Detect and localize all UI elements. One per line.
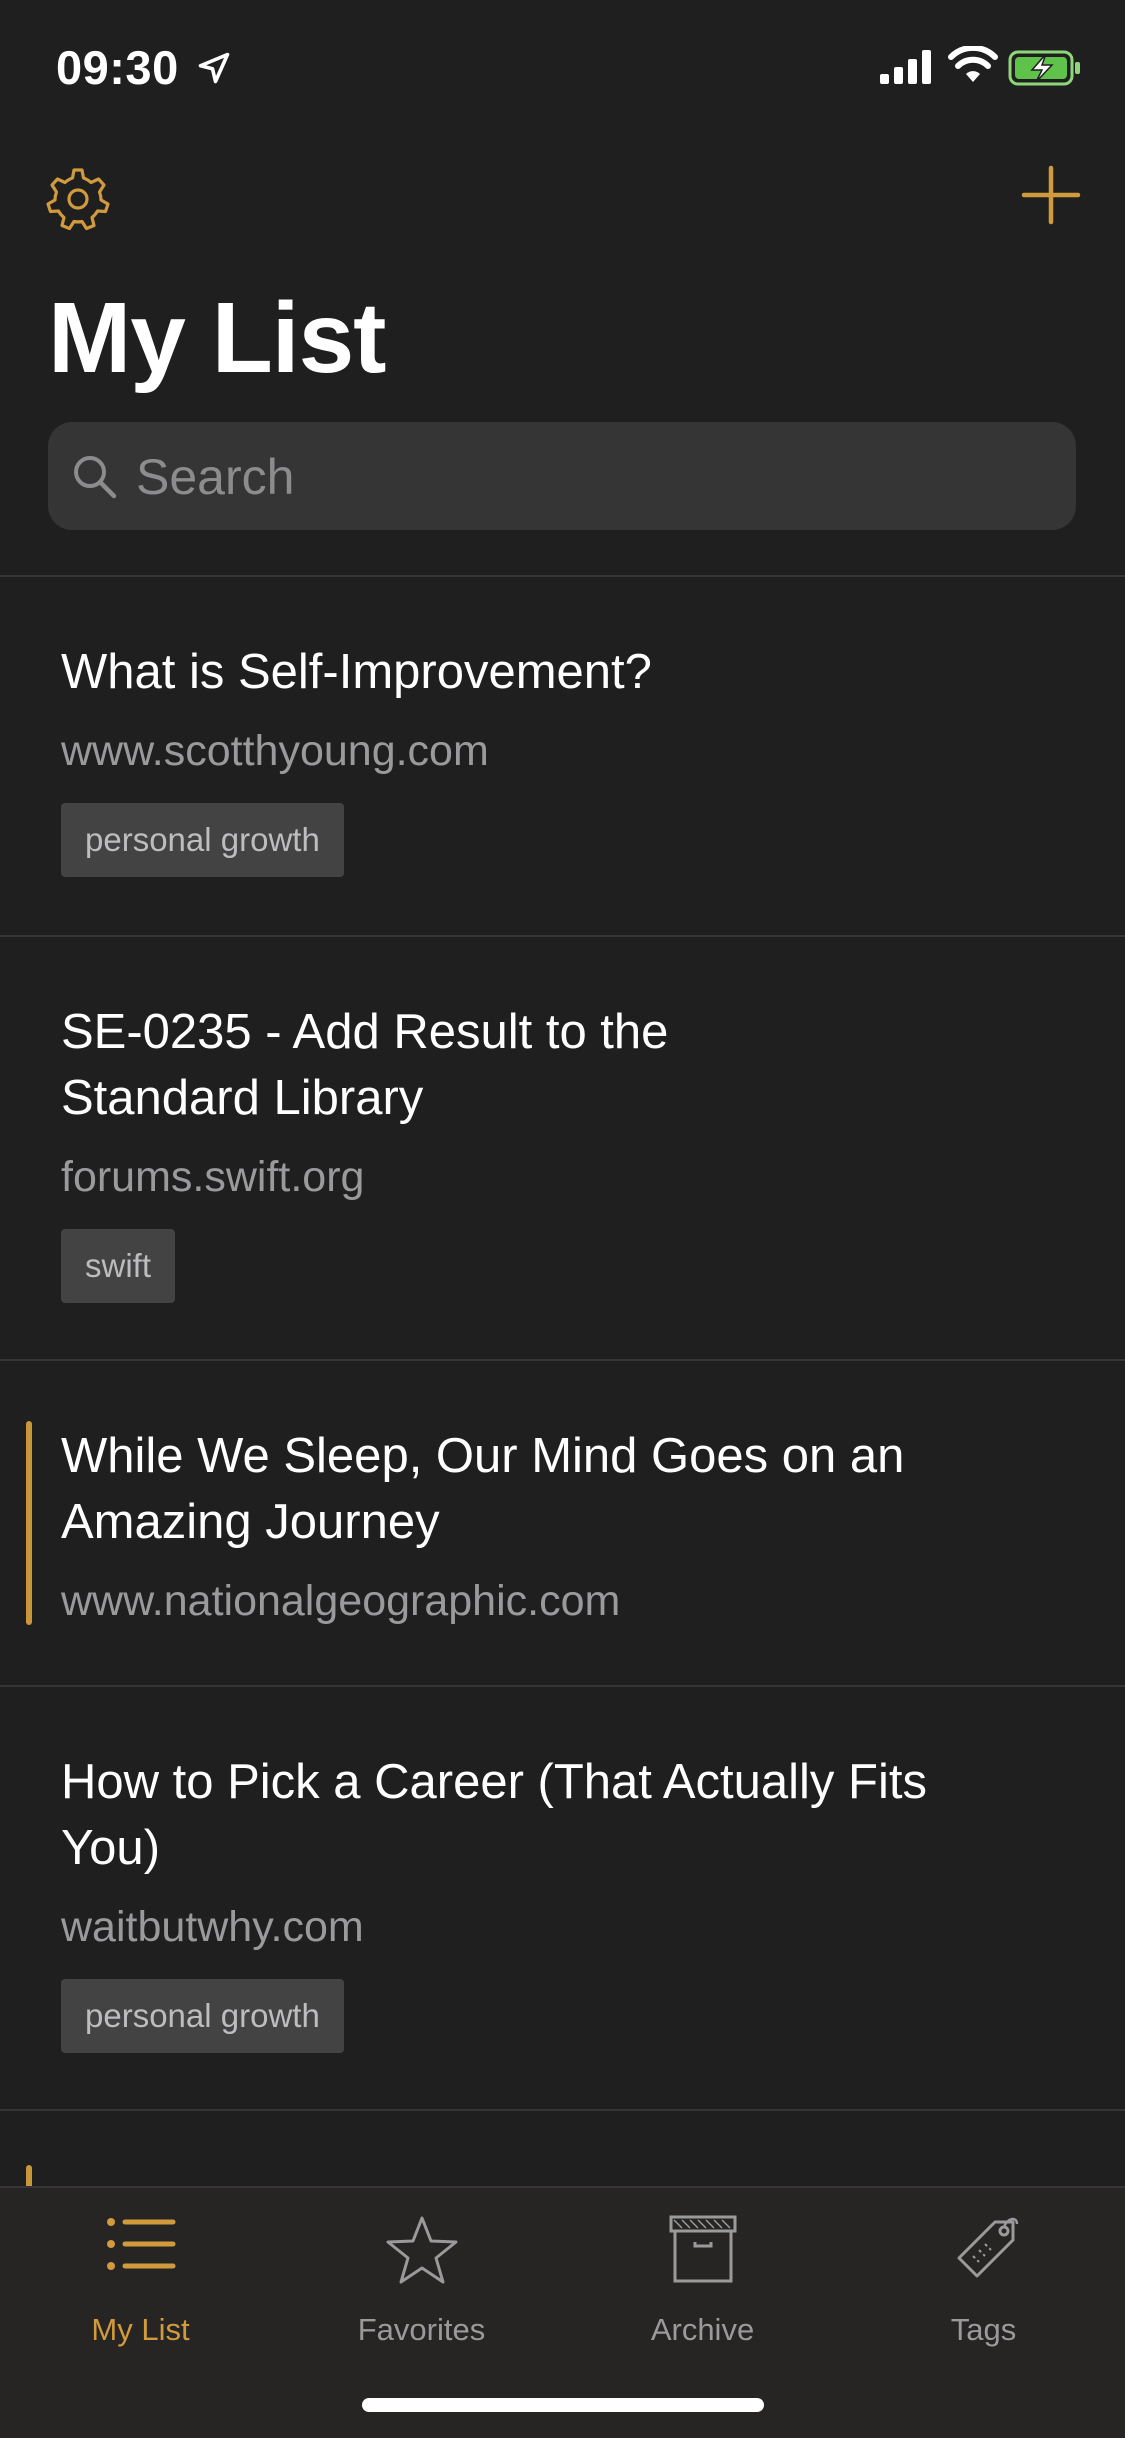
settings-gear-icon[interactable] [44,165,112,233]
archive-box-icon [669,2215,736,2283]
home-indicator [362,2398,764,2412]
tab-favorites[interactable]: Favorites [281,2188,562,2368]
location-arrow-icon [198,52,230,84]
search-icon [74,456,117,499]
cellular-signal-icon [880,50,931,84]
tab-label: My List [91,2312,190,2347]
search-bar[interactable] [48,422,1076,532]
tag-chip[interactable]: swift [61,1229,175,1303]
tab-my-list[interactable]: My List [0,2188,281,2368]
article-domain: waitbutwhy.com [61,1903,364,1951]
list-item[interactable]: SE-0235 - Add Result to the Standard Lib… [0,935,1125,1359]
page-title: My List [48,282,386,394]
list-item[interactable]: What is Self-Improvement? www.scotthyoun… [0,575,1125,935]
list-icon [106,2218,175,2270]
tab-tags[interactable]: Tags [843,2188,1124,2368]
star-icon [386,2216,457,2284]
wifi-icon [948,46,998,82]
article-title: What is Self-Improvement? [61,645,652,699]
article-list: What is Self-Improvement? www.scotthyoun… [0,575,1125,2233]
battery-charging-icon [1008,50,1080,86]
search-input[interactable] [134,422,1038,532]
article-title: How to Pick a Career (That Actually Fits… [61,1755,927,1875]
status-bar: 09:30 [0,0,1125,135]
article-domain: forums.swift.org [61,1153,365,1201]
tab-label: Favorites [357,2312,486,2347]
article-domain: www.nationalgeographic.com [61,1577,621,1625]
list-item[interactable]: How to Pick a Career (That Actually Fits… [0,1685,1125,2109]
add-item-plus-icon[interactable] [1020,164,1082,226]
unread-marker [26,1421,32,1625]
article-title: SE-0235 - Add Result to the Standard Lib… [61,1005,669,1125]
article-domain: www.scotthyoung.com [61,727,489,775]
tag-icon [957,2217,1018,2278]
tag-chip[interactable]: personal growth [61,803,344,877]
list-item[interactable]: While We Sleep, Our Mind Goes on an Amaz… [0,1359,1125,1685]
article-title: While We Sleep, Our Mind Goes on an Amaz… [61,1429,905,1549]
tab-label: Archive [650,2312,755,2347]
status-time: 09:30 [56,41,179,94]
tab-archive[interactable]: Archive [562,2188,843,2368]
tab-label: Tags [950,2312,1017,2347]
tag-chip[interactable]: personal growth [61,1979,344,2053]
